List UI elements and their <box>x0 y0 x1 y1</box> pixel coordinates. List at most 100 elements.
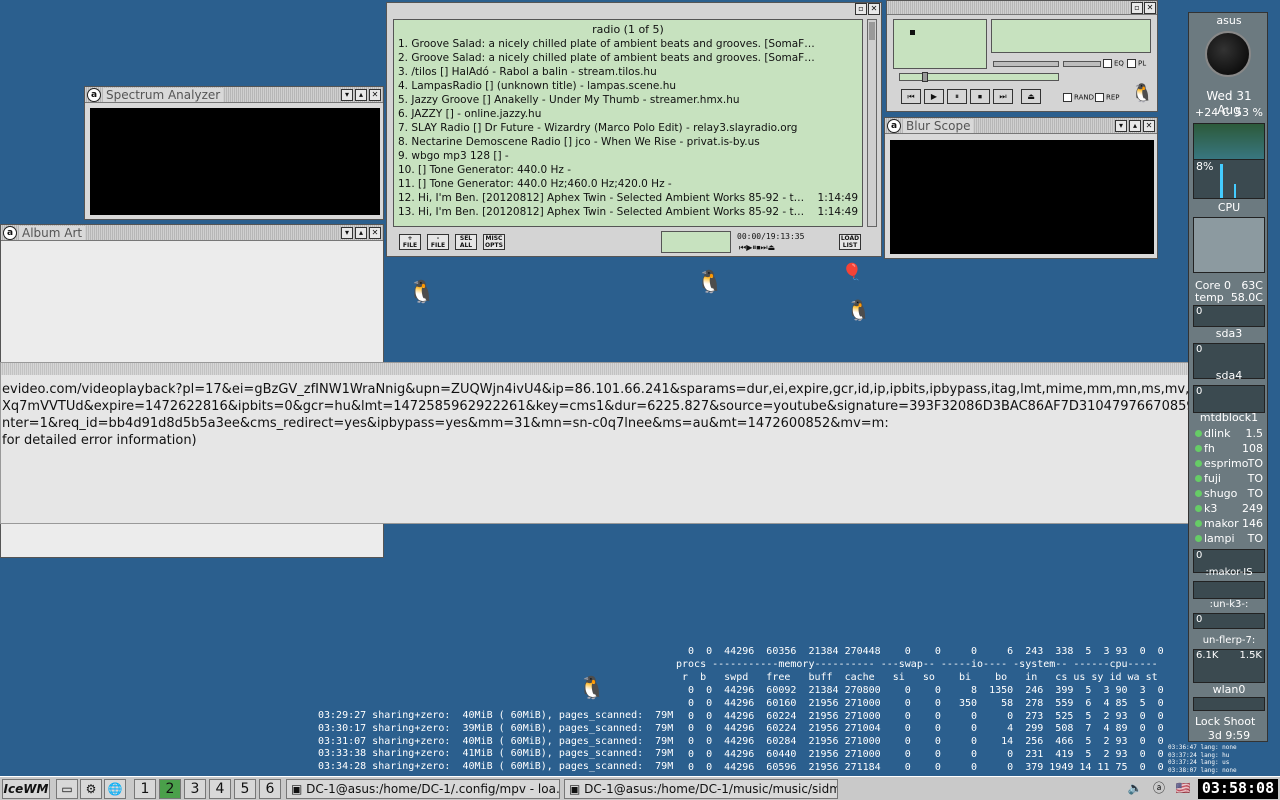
playlist-mini-controls[interactable]: ⏮▶⏸⏹⏭⏏ <box>739 243 775 253</box>
random-toggle[interactable]: RAND <box>1063 93 1094 102</box>
workspace-button-6[interactable]: 6 <box>259 779 281 799</box>
settings-icon[interactable]: ⚙ <box>80 779 102 799</box>
player-titlebar[interactable] <box>887 1 1157 15</box>
gk-net-chart-2 <box>1193 581 1265 599</box>
playlist-item[interactable]: 10. [] Tone Generator: 440.0 Hz - <box>394 163 862 177</box>
gk-tunnel-2: :un-k3-: <box>1209 599 1249 610</box>
ksm-log-row: 03:29:27 sharing+zero: 40MiB ( 60MiB), p… <box>318 710 674 721</box>
playlist-item[interactable]: 6. JAZZY [] - online.jazzy.hu <box>394 107 862 121</box>
xmms-tray-icon[interactable]: ⓐ <box>1148 779 1170 799</box>
seek-handle[interactable] <box>922 72 928 82</box>
minimize-button[interactable]: ▾ <box>341 89 353 101</box>
workspace-button-4[interactable]: 4 <box>209 779 231 799</box>
show-desktop-icon[interactable]: ▭ <box>56 779 78 799</box>
task-terminal-mpv[interactable]: ▣ DC-1@asus:/home/DC-1/.config/mpv - loa… <box>286 779 560 799</box>
player-minimize-button[interactable]: ▫ <box>1131 2 1143 14</box>
playlist-item[interactable]: 11. [] Tone Generator: 440.0 Hz;460.0 Hz… <box>394 177 862 191</box>
penguin-santa-icon: 🐧 <box>578 676 606 701</box>
shoot-button[interactable]: Shoot <box>1224 715 1256 728</box>
vmstat-header-1: procs -----------memory---------- ---swa… <box>676 659 1158 670</box>
status-dot-icon <box>1195 430 1202 437</box>
lock-button[interactable]: Lock <box>1195 715 1220 728</box>
playlist-item[interactable]: 12. Hi, I'm Ben. [20120812] Aphex Twin -… <box>394 191 862 205</box>
maximize-button[interactable]: ▴ <box>355 227 367 239</box>
spectrum-titlebar[interactable]: a Spectrum Analyzer ▾ ▴ ✕ <box>85 87 383 103</box>
pause-button[interactable]: ⏸ <box>947 89 967 104</box>
terminal-window[interactable]: evideo.com/videoplayback?pl=17&ei=gBzGV_… <box>0 362 1265 524</box>
album-art-titlebar[interactable]: a Album Art ▾ ▴ ✕ <box>1 225 383 241</box>
workspace-button-2[interactable]: 2 <box>159 779 181 799</box>
playlist-close-button[interactable]: ✕ <box>868 3 880 15</box>
workspace-button-5[interactable]: 5 <box>234 779 256 799</box>
playlist-item[interactable]: 2. Groove Salad: a nicely chilled plate … <box>394 51 862 65</box>
eq-toggle[interactable]: EQ <box>1103 59 1124 68</box>
terminal-icon: ▣ <box>291 782 307 796</box>
penguin-icon: 🐧 <box>846 298 871 322</box>
play-button[interactable]: ▶ <box>924 89 944 104</box>
playlist-scrollbar[interactable] <box>867 19 877 227</box>
workspace-button-3[interactable]: 3 <box>184 779 206 799</box>
minimize-button[interactable]: ▾ <box>1115 120 1127 132</box>
vmstat-row: 0 0 44296 60284 21956 271000 0 0 0 14 25… <box>676 736 1164 748</box>
vmstat-row: 0 0 44296 60160 21956 271000 0 0 350 58 … <box>676 697 1164 709</box>
volume-icon[interactable]: 🔈 <box>1124 779 1146 799</box>
playlist-item[interactable]: 8. Nectarine Demoscene Radio [] jco - Wh… <box>394 135 862 149</box>
playlist-item[interactable]: 9. wbgo mp3 128 [] - <box>394 149 862 163</box>
gk-ping-host: makor 146 <box>1195 517 1263 530</box>
vmstat-row: 0 0 44296 60092 21384 270800 0 0 8 1350 … <box>676 685 1164 696</box>
terminal-line-3: nter=1&req_id=bb4d91d8d5b5a3ee&cms_redir… <box>2 416 889 431</box>
playlist-item[interactable]: 7. SLAY Radio [] Dr Future - Wizardry (M… <box>394 121 862 135</box>
gk-uptime: 3d 9:59 <box>1207 729 1251 742</box>
status-dot-icon <box>1195 490 1202 497</box>
close-button[interactable]: ✕ <box>1143 120 1155 132</box>
lang-log-row: 03:38:07 lang: none <box>1168 766 1237 774</box>
playlist-shade-button[interactable]: ▫ <box>855 3 867 15</box>
playlist-item[interactable]: 4. LampasRadio [] (unknown title) - lamp… <box>394 79 862 93</box>
browser-icon[interactable]: 🌐 <box>104 779 126 799</box>
close-button[interactable]: ✕ <box>369 89 381 101</box>
keyboard-layout-flag-icon[interactable]: 🇺🇸 <box>1172 779 1194 799</box>
gk-disk-chart-sda4: 0 <box>1193 385 1265 413</box>
spectrum-title: Spectrum Analyzer <box>103 88 224 102</box>
xmms-logo-icon: a <box>3 226 17 240</box>
seek-bar[interactable] <box>899 72 1059 82</box>
playlist-item[interactable]: 1. Groove Salad: a nicely chilled plate … <box>394 37 862 51</box>
lang-log-row: 03:37:24 lang: hu <box>1168 751 1230 759</box>
playlist-item[interactable]: 3. /tilos [] HalAdó - Rabol a balin - st… <box>394 65 862 79</box>
minimize-button[interactable]: ▾ <box>341 227 353 239</box>
prev-button[interactable]: ⏮ <box>901 89 921 104</box>
balance-slider[interactable] <box>1063 61 1101 67</box>
playlist-list[interactable]: radio (1 of 5) 1. Groove Salad: a nicely… <box>393 19 863 227</box>
gk-ping-host: fuji TO <box>1195 472 1263 485</box>
close-button[interactable]: ✕ <box>369 227 381 239</box>
misc-options-button[interactable]: MISC OPTS <box>483 234 505 250</box>
remove-file-button[interactable]: - FILE <box>427 234 449 250</box>
stop-button[interactable]: ⏹ <box>970 89 990 104</box>
load-list-button[interactable]: LOAD LIST <box>839 234 861 250</box>
next-button[interactable]: ⏭ <box>993 89 1013 104</box>
playlist-window: ▫ ✕ radio (1 of 5) 1. Groove Salad: a ni… <box>386 2 882 257</box>
volume-slider[interactable] <box>993 61 1059 67</box>
select-all-button[interactable]: SEL ALL <box>455 234 477 250</box>
maximize-button[interactable]: ▴ <box>355 89 367 101</box>
clock[interactable]: 03:58:08 <box>1198 779 1278 799</box>
workspace-button-1[interactable]: 1 <box>134 779 156 799</box>
scroll-thumb[interactable] <box>869 22 875 40</box>
blur-scope-titlebar[interactable]: a Blur Scope ▾ ▴ ✕ <box>885 118 1157 134</box>
lang-log-row: 03:37:24 lang: us <box>1168 759 1230 767</box>
gk-lock-shoot[interactable]: Lock Shoot <box>1195 715 1263 728</box>
pl-toggle[interactable]: PL <box>1127 59 1146 68</box>
maximize-button[interactable]: ▴ <box>1129 120 1141 132</box>
start-menu-button[interactable]: IceWM <box>2 779 50 799</box>
gk-tunnel-3: un-flerp-7: <box>1202 635 1256 646</box>
add-file-button[interactable]: + FILE <box>399 234 421 250</box>
vmstat-row: 0 0 44296 60224 21956 271000 0 0 0 0 273… <box>676 710 1164 722</box>
playlist-item[interactable]: 13. Hi, I'm Ben. [20120812] Aphex Twin -… <box>394 205 862 219</box>
player-close-button[interactable]: ✕ <box>1144 2 1156 14</box>
playlist-item[interactable]: 5. Jazzy Groove [] Anakelly - Under My T… <box>394 93 862 107</box>
repeat-toggle[interactable]: REP <box>1095 93 1120 102</box>
task-terminal-music[interactable]: ▣ DC-1@asus:/home/DC-1/music/music/sidm.… <box>564 779 838 799</box>
eject-button[interactable]: ⏏ <box>1021 89 1041 104</box>
penguin-angel-icon: 🐧 <box>408 280 436 305</box>
player-time-display <box>893 19 987 69</box>
